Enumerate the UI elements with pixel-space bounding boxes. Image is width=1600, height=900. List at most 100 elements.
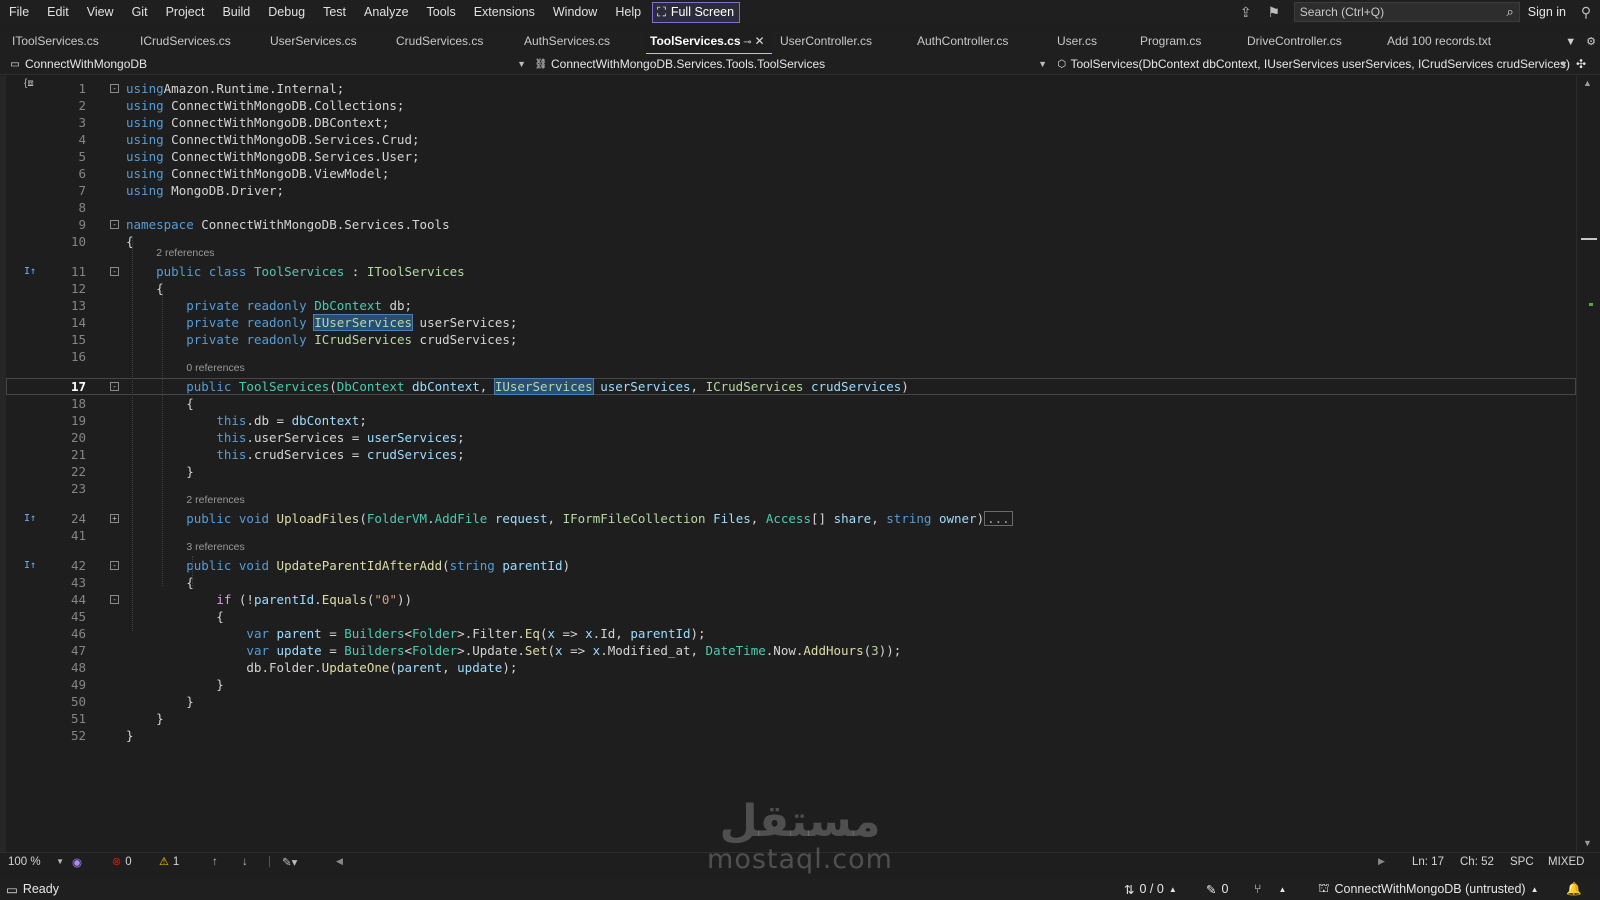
tab[interactable]: AuthServices.cs (520, 31, 642, 52)
tab[interactable]: IToolServices.cs (8, 31, 132, 52)
code-line[interactable]: 17 - public ToolServices(DbContext dbCont… (6, 378, 1576, 395)
line-ending-mode[interactable]: MIXED (1548, 856, 1584, 868)
code-line[interactable]: 14 private readonly IUserServices userSe… (6, 314, 1576, 331)
code-line[interactable]: 21 this.crudServices = crudServices; (6, 446, 1576, 463)
split-window-button[interactable]: ✣ (1576, 56, 1596, 73)
project-dropdown[interactable]: ▭ ConnectWithMongoDB ▼ (8, 56, 528, 73)
codelens-references[interactable]: 2 references (186, 494, 244, 506)
error-count[interactable]: ⊗ 0 (112, 855, 132, 869)
arrow-up-icon[interactable]: ↑ (212, 856, 218, 868)
warning-count[interactable]: ⚠ 1 (159, 855, 179, 869)
collapse-region-icon[interactable]: - (110, 595, 119, 604)
code-line[interactable]: 19 this.db = dbContext; (6, 412, 1576, 429)
code-line[interactable]: 20 this.userServices = userServices; (6, 429, 1576, 446)
settings-gear-icon[interactable]: ⚙ (1586, 35, 1596, 48)
pin-tab-icon[interactable]: ⊸ (741, 37, 755, 48)
menu-view[interactable]: View (78, 0, 123, 24)
scroll-right-icon[interactable]: ▶ (1378, 856, 1385, 867)
tab-active[interactable]: ToolServices.cs ⊸ ✕ (646, 31, 772, 55)
scroll-down-icon[interactable]: ▼ (1583, 838, 1592, 848)
code-line[interactable]: I↑ 11 - public class ToolServices : IToolS… (6, 263, 1576, 280)
menu-analyze[interactable]: Analyze (355, 0, 417, 24)
code-line[interactable]: 9 - namespace ConnectWithMongoDB.Services.… (6, 216, 1576, 233)
code-line[interactable]: 12 { (6, 280, 1576, 297)
tab[interactable]: UserServices.cs (266, 31, 388, 52)
menu-edit[interactable]: Edit (38, 0, 78, 24)
full-screen-button[interactable]: ⛶ Full Screen (652, 1, 741, 23)
code-line[interactable]: 51 } (6, 710, 1576, 727)
code-line[interactable]: 22 } (6, 463, 1576, 480)
expand-region-icon[interactable]: + (110, 514, 119, 523)
code-line[interactable]: 47 var update = Builders<Folder>.Update.… (6, 642, 1576, 659)
member-dropdown[interactable]: ⬡ ToolServices(DbContext dbContext, IUse… (1056, 56, 1570, 73)
scroll-left-icon[interactable]: ◀ (336, 856, 343, 867)
tab[interactable]: Program.cs (1136, 31, 1239, 52)
menu-git[interactable]: Git (123, 0, 157, 24)
codelens-references[interactable]: 3 references (186, 541, 244, 553)
tab[interactable]: DriveController.cs (1243, 31, 1379, 52)
menu-extensions[interactable]: Extensions (465, 0, 544, 24)
notifications-bell-icon[interactable]: 🔔 (1566, 882, 1582, 897)
zoom-dropdown[interactable]: 100 % ▼ (8, 856, 64, 868)
tab-overflow-icon[interactable]: ▼ (1565, 36, 1576, 48)
sign-in-link[interactable]: Sign in (1528, 5, 1566, 19)
collapsed-region-ellipsis[interactable]: ... (984, 511, 1013, 526)
code-line[interactable]: 48 db.Folder.UpdateOne(parent, update); (6, 659, 1576, 676)
git-changes[interactable]: ⇅ 0 / 0 ▲ (1124, 882, 1177, 897)
code-line[interactable]: I↑ 42- public void UpdateParentIdAfterAdd… (6, 557, 1576, 574)
type-dropdown[interactable]: ⛓ ConnectWithMongoDB.Services.Tools.Tool… (534, 56, 1049, 73)
codelens-references[interactable]: 2 references (156, 247, 214, 259)
menu-debug[interactable]: Debug (259, 0, 314, 24)
menu-tools[interactable]: Tools (418, 0, 465, 24)
code-line[interactable]: 1 - usingAmazon.Runtime.Internal; (6, 80, 1576, 97)
collapse-region-icon[interactable]: - (110, 561, 119, 570)
implements-interface-icon[interactable]: I↑ (24, 263, 48, 280)
vertical-scrollbar[interactable]: ▲ ▼ (1576, 76, 1600, 852)
branch-selector[interactable]: ⑂ ▲ (1254, 882, 1286, 896)
code-line[interactable]: 13 private readonly DbContext db; (6, 297, 1576, 314)
collapse-region-icon[interactable]: - (110, 84, 119, 93)
code-line[interactable]: 2 using ConnectWithMongoDB.Collections; (6, 97, 1576, 114)
feedback-icon[interactable]: ⚑ (1260, 0, 1288, 24)
code-line[interactable]: 3 using ConnectWithMongoDB.DBContext; (6, 114, 1576, 131)
menu-help[interactable]: Help (606, 0, 650, 24)
code-editor[interactable]: {⧈ 1- usingAmazon.Runtime.Internal; 2 using… (0, 76, 1576, 852)
code-line[interactable]: 15 private readonly ICrudServices crudSe… (6, 331, 1576, 348)
tab[interactable]: ICrudServices.cs (136, 31, 262, 52)
implements-interface-icon[interactable]: I↑ (24, 557, 48, 574)
code-line[interactable]: 43 { (6, 574, 1576, 591)
pending-edits[interactable]: ✎ 0 (1206, 882, 1228, 897)
search-input[interactable]: Search (Ctrl+Q) ⌕ (1293, 2, 1520, 22)
code-line[interactable]: 46 var parent = Builders<Folder>.Filter.… (6, 625, 1576, 642)
code-line[interactable]: 50 } (6, 693, 1576, 710)
scroll-up-icon[interactable]: ▲ (1583, 78, 1592, 88)
whitespace-mode[interactable]: SPC (1510, 856, 1534, 868)
code-line[interactable]: 10{ (6, 233, 1576, 250)
collapse-region-icon[interactable]: - (110, 382, 119, 391)
account-icon[interactable]: ⚲ (1572, 0, 1600, 24)
menu-window[interactable]: Window (544, 0, 606, 24)
menu-file[interactable]: File (0, 0, 38, 24)
collapse-region-icon[interactable]: - (110, 220, 119, 229)
close-tab-icon[interactable]: ✕ (754, 34, 764, 48)
implements-interface-icon[interactable]: I↑ (24, 510, 48, 527)
code-line[interactable]: I↑ 24 + public void UploadFiles(FolderVM.A… (6, 510, 1576, 527)
code-line[interactable]: 4 using ConnectWithMongoDB.Services.Crud; (6, 131, 1576, 148)
menu-project[interactable]: Project (157, 0, 214, 24)
tab[interactable]: CrudServices.cs (392, 31, 516, 52)
code-line[interactable]: 45 { (6, 608, 1576, 625)
tab[interactable]: User.cs (1053, 31, 1132, 52)
copilot-icon[interactable]: ◉ (72, 855, 82, 869)
tab[interactable]: Add 100 records.txt (1383, 31, 1508, 52)
arrow-down-icon[interactable]: ↓ (242, 856, 248, 868)
code-line[interactable]: 18 { (6, 395, 1576, 412)
tab[interactable]: UserController.cs (776, 31, 909, 52)
live-share-icon[interactable]: ⇪ (1232, 0, 1260, 24)
menu-build[interactable]: Build (213, 0, 259, 24)
repository-selector[interactable]: ⛫ ConnectWithMongoDB (untrusted) ▲ (1318, 881, 1538, 897)
code-line[interactable]: 6 using ConnectWithMongoDB.ViewModel; (6, 165, 1576, 182)
codelens-references[interactable]: 0 references (186, 362, 244, 374)
code-cleanup-icon[interactable]: ✎▾ (282, 855, 297, 869)
collapse-region-icon[interactable]: - (110, 267, 119, 276)
menu-test[interactable]: Test (314, 0, 355, 24)
